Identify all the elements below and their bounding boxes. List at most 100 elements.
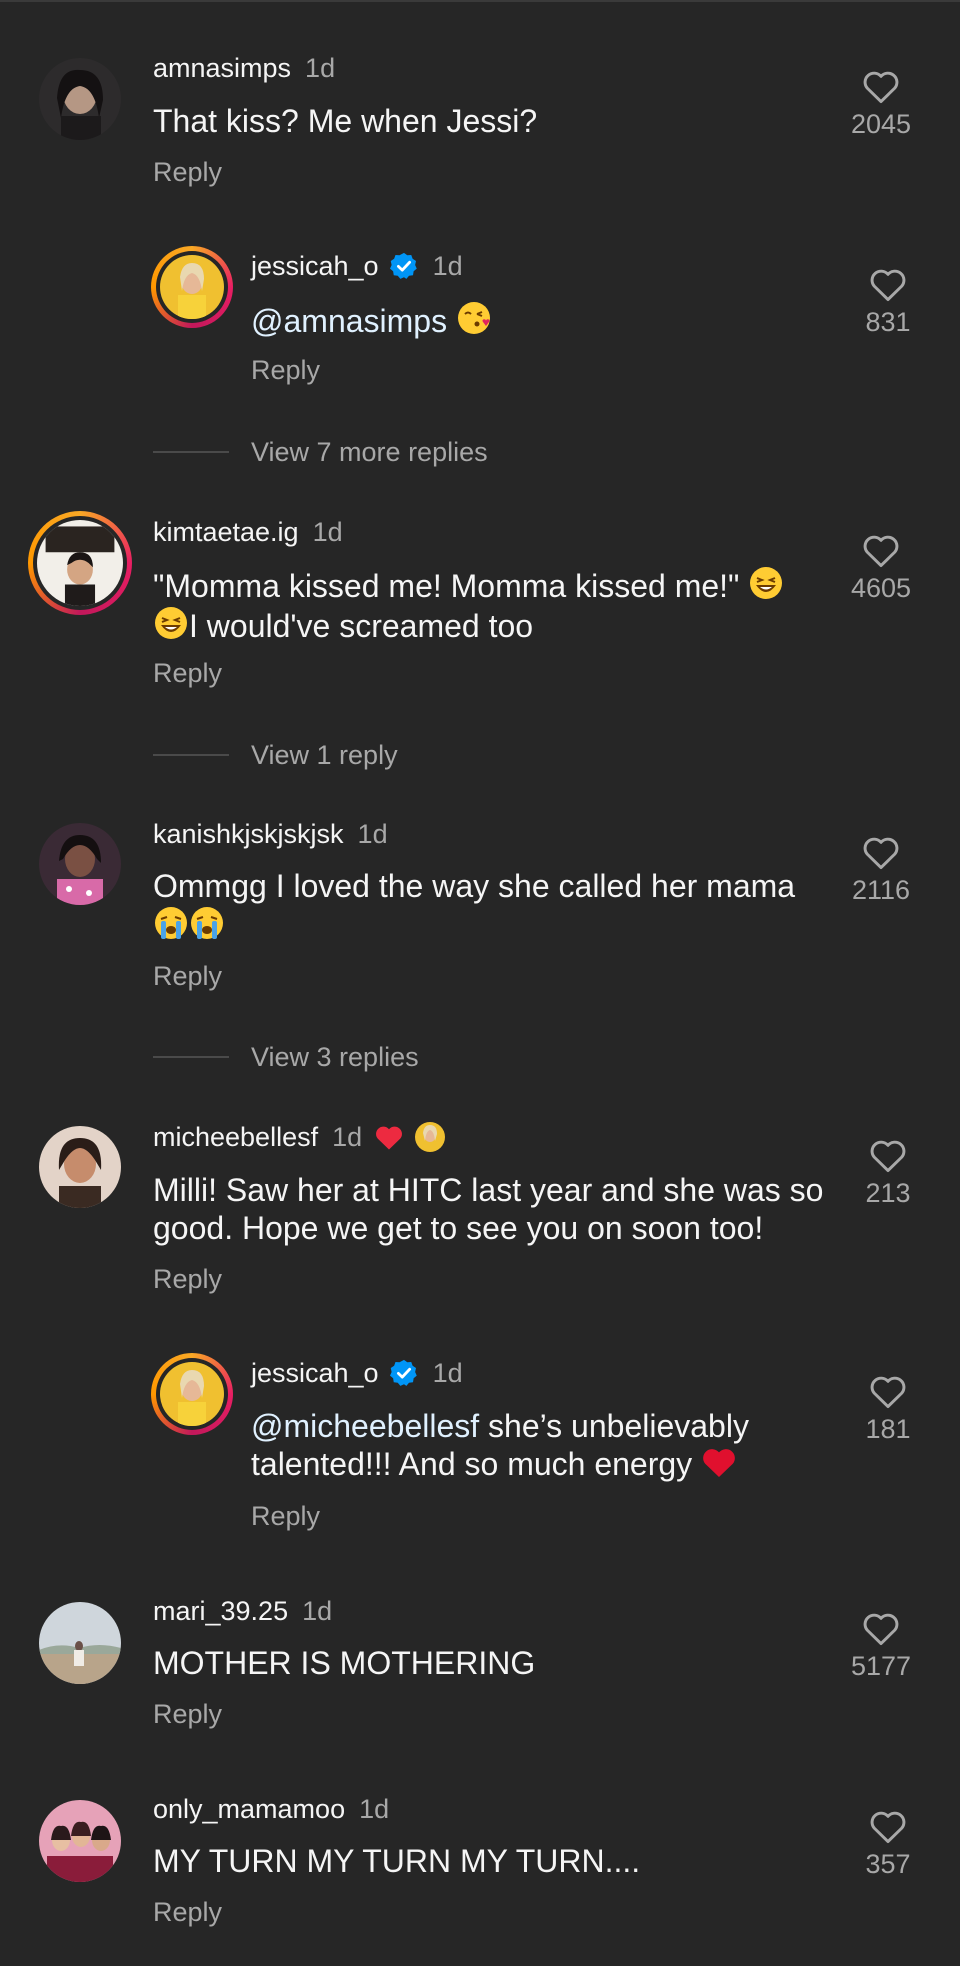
avatar[interactable]	[39, 1126, 121, 1208]
creator-avatar-icon	[415, 1122, 446, 1152]
view-more-label: View 1 reply	[251, 740, 398, 770]
comment-text-body: Ommgg I loved the way she called her mam…	[153, 868, 796, 904]
username[interactable]: kimtaetae.ig	[153, 516, 299, 548]
like-count: 2116	[851, 875, 911, 905]
reply-button[interactable]: Reply	[251, 354, 320, 386]
comment-text: MY TURN MY TURN MY TURN....	[153, 1843, 641, 1879]
story-avatar[interactable]	[151, 246, 233, 328]
view-more-replies-button[interactable]: View 7 more replies	[153, 436, 488, 468]
avatar[interactable]	[39, 58, 121, 140]
like-button[interactable]: 357	[848, 1808, 928, 1880]
avatar[interactable]	[39, 823, 121, 905]
comment-text-line1: she’s unbelievably	[479, 1408, 749, 1444]
like-button[interactable]: 2116	[841, 834, 921, 906]
timestamp: 1d	[332, 1122, 363, 1152]
creator-liked-heart-icon	[376, 1126, 403, 1150]
timestamp: 1d	[302, 1596, 333, 1626]
crying-face-emoji-icon	[155, 907, 187, 939]
username[interactable]: jessicah_o	[251, 1357, 379, 1389]
username[interactable]: kanishkjskjskjsk	[153, 818, 344, 850]
like-count: 213	[865, 1178, 911, 1208]
story-avatar[interactable]	[28, 511, 132, 615]
heart-outline-icon	[870, 1140, 906, 1173]
timestamp: 1d	[305, 53, 336, 83]
comment-meta: jessicah_o 1d	[251, 1357, 463, 1389]
mention-link[interactable]: @amnasimps	[251, 303, 447, 339]
timestamp: 1d	[312, 517, 343, 547]
comment-text: "Momma kissed me! Momma kissed me!" I wo…	[153, 565, 813, 645]
username[interactable]: jessicah_o	[251, 250, 379, 282]
story-avatar[interactable]	[151, 1353, 233, 1435]
view-more-label: View 7 more replies	[251, 437, 488, 467]
like-count: 181	[865, 1414, 911, 1444]
view-more-label: View 3 replies	[251, 1042, 419, 1072]
comment-text: That kiss? Me when Jessi?	[153, 103, 538, 139]
comment-text: Ommgg I loved the way she called her mam…	[153, 867, 823, 945]
comment-text-line2: talented!!! And so much energy	[251, 1446, 693, 1482]
timestamp: 1d	[359, 1794, 390, 1824]
like-button[interactable]: 181	[848, 1373, 928, 1445]
comment-text: @amnasimps	[251, 300, 492, 340]
laughing-face-emoji-icon	[750, 567, 783, 599]
laughing-face-emoji-icon	[155, 607, 187, 639]
comment-meta: kimtaetae.ig 1d	[153, 516, 343, 548]
comment-meta: mari_39.25 1d	[153, 1595, 332, 1627]
thread-line	[153, 1056, 229, 1058]
verified-badge-icon	[389, 252, 417, 279]
like-count: 357	[865, 1849, 911, 1879]
thread-line	[153, 754, 229, 756]
reply-button[interactable]: Reply	[153, 156, 222, 188]
kissing-face-emoji-icon	[457, 302, 490, 334]
comment-text-line2: I would've screamed too	[189, 608, 534, 644]
avatar[interactable]	[39, 1602, 121, 1684]
heart-outline-icon	[870, 1376, 906, 1409]
reply-button[interactable]: Reply	[153, 1698, 222, 1730]
view-more-replies-button[interactable]: View 3 replies	[153, 1041, 419, 1073]
heart-outline-icon	[863, 535, 899, 568]
heart-outline-icon	[863, 71, 899, 104]
comment-meta: kanishkjskjskjsk 1d	[153, 818, 388, 850]
heart-outline-icon	[863, 837, 899, 870]
like-count: 2045	[850, 109, 912, 139]
like-button[interactable]: 213	[848, 1137, 928, 1209]
reply-button[interactable]: Reply	[153, 657, 222, 689]
heart-outline-icon	[863, 1613, 899, 1646]
like-button[interactable]: 4605	[841, 532, 921, 604]
mention-link[interactable]: @micheebellesf	[251, 1408, 479, 1444]
thread-line	[153, 451, 229, 453]
comment-text-line1: Milli! Saw her at HITC last year and she…	[153, 1172, 824, 1208]
comment-text-line1: "Momma kissed me! Momma kissed me!"	[153, 568, 740, 604]
timestamp: 1d	[432, 1358, 463, 1388]
like-button[interactable]: 831	[848, 266, 928, 338]
heart-outline-icon	[870, 1811, 906, 1844]
reply-button[interactable]: Reply	[251, 1500, 320, 1532]
like-button[interactable]: 2045	[841, 68, 921, 140]
like-button[interactable]: 5177	[841, 1610, 921, 1682]
timestamp: 1d	[357, 819, 388, 849]
reply-button[interactable]: Reply	[153, 1263, 222, 1295]
reply-button[interactable]: Reply	[153, 960, 222, 992]
heart-outline-icon	[870, 269, 906, 302]
username[interactable]: amnasimps	[153, 52, 291, 84]
comment-meta: micheebellesf 1d	[153, 1121, 446, 1153]
comment-text: MOTHER IS MOTHERING	[153, 1645, 536, 1681]
comment-meta: amnasimps 1d	[153, 52, 335, 84]
crying-face-emoji-icon	[191, 907, 223, 939]
like-count: 4605	[850, 573, 912, 603]
view-more-replies-button[interactable]: View 1 reply	[153, 739, 398, 771]
username[interactable]: only_mamamoo	[153, 1793, 345, 1825]
top-divider	[0, 0, 960, 2]
username[interactable]: micheebellesf	[153, 1121, 318, 1153]
avatar[interactable]	[39, 1800, 121, 1882]
reply-button[interactable]: Reply	[153, 1896, 222, 1928]
comment-text-line2: good. Hope we get to see you on soon too…	[153, 1210, 764, 1246]
red-heart-emoji-icon	[703, 1449, 735, 1477]
verified-badge-icon	[389, 1359, 417, 1386]
comment-text: @micheebellesf she’s unbelievably talent…	[251, 1407, 831, 1483]
like-count: 5177	[850, 1651, 912, 1681]
comment-meta: only_mamamoo 1d	[153, 1793, 389, 1825]
comment-text: Milli! Saw her at HITC last year and she…	[153, 1171, 843, 1247]
timestamp: 1d	[432, 251, 463, 281]
comment-meta: jessicah_o 1d	[251, 250, 463, 282]
username[interactable]: mari_39.25	[153, 1595, 288, 1627]
